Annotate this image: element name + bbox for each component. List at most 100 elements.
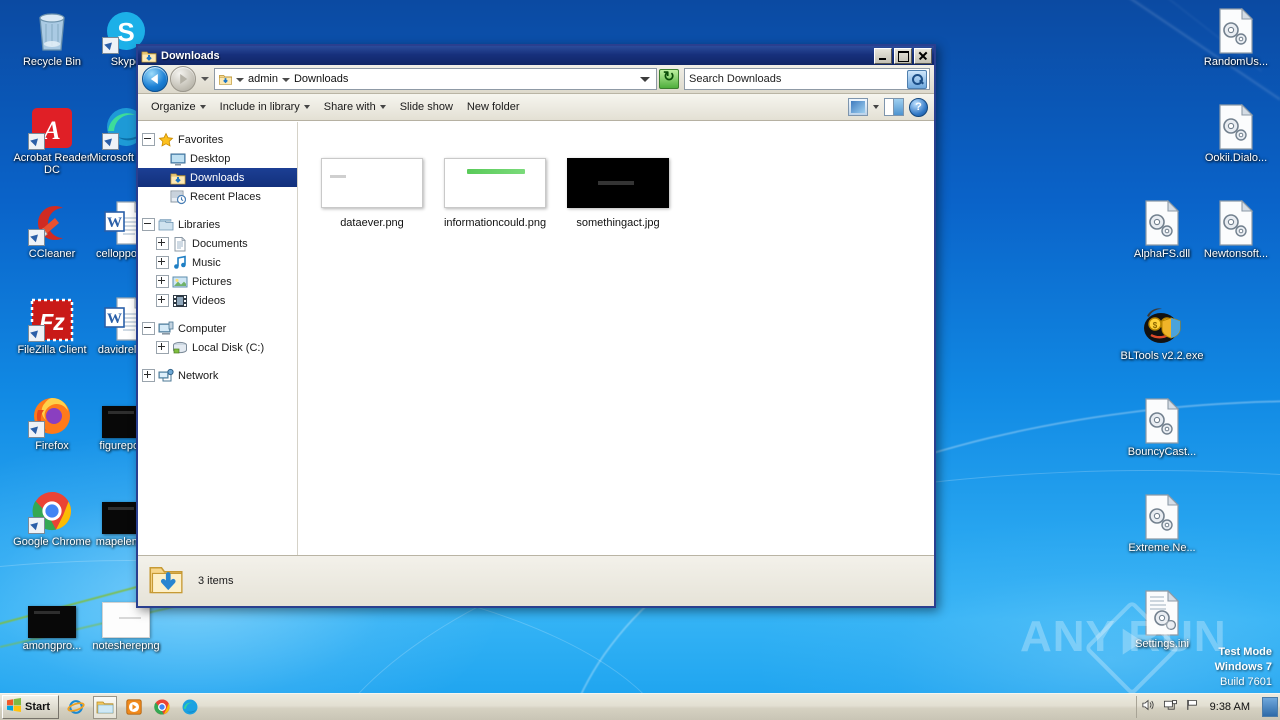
shortcut-overlay-icon (28, 421, 45, 438)
sidebar-item-desktop[interactable]: Desktop (138, 149, 297, 168)
nav-group-header-favorites[interactable]: Favorites (138, 130, 297, 149)
taskbar-item-windows-media-player[interactable] (123, 697, 145, 718)
desktop-icon (170, 151, 186, 167)
music-library-icon (172, 255, 188, 271)
sidebar-item-label: Local Disk (C:) (192, 341, 265, 354)
breadcrumb-downloads[interactable]: Downloads (291, 72, 351, 86)
file-item[interactable]: somethingact.jpg (554, 152, 682, 230)
toolbar-right-group[interactable]: ? (848, 97, 928, 117)
desktop-icon-label: Ookii.Dialo... (1204, 152, 1268, 164)
maximize-button[interactable] (894, 47, 912, 64)
refresh-button[interactable] (659, 68, 679, 89)
expander-icon[interactable] (142, 322, 155, 335)
file-item[interactable]: dataever.png (308, 152, 436, 230)
window-title-bar[interactable]: Downloads (138, 46, 934, 65)
explorer-window[interactable]: Downloads admin Downloads ↻ Search Downl… (136, 44, 936, 608)
taskbar[interactable]: Start 9:38 AM (0, 693, 1280, 720)
sidebar-item-local-disk-c[interactable]: Local Disk (C:) (138, 338, 297, 357)
new-folder-button[interactable]: New folder (460, 98, 527, 116)
nav-group-label: Libraries (178, 218, 221, 231)
sidebar-item-documents[interactable]: Documents (138, 234, 297, 253)
change-view-icon[interactable] (848, 98, 868, 116)
videos-library-icon (172, 293, 188, 309)
desktop-icon-randomus[interactable]: RandomUs... (1190, 6, 1280, 68)
system-tray[interactable]: 9:38 AM (1135, 696, 1280, 718)
breadcrumb-separator-2[interactable] (281, 78, 290, 82)
expander-icon[interactable] (142, 133, 155, 146)
taskbar-item-google-chrome[interactable] (151, 697, 173, 718)
search-icon[interactable] (907, 69, 927, 89)
taskbar-clock[interactable]: 9:38 AM (1210, 701, 1250, 713)
back-button[interactable] (142, 66, 168, 92)
network-icon (158, 368, 174, 384)
share-with-button[interactable]: Share with (317, 98, 393, 116)
address-dropdown-icon[interactable] (640, 76, 650, 82)
chevron-down-icon (199, 105, 206, 109)
expander-icon[interactable] (156, 256, 169, 269)
breadcrumb-admin[interactable]: admin (245, 72, 281, 86)
close-button[interactable] (914, 47, 932, 64)
breadcrumb-folder-icon (218, 72, 233, 86)
desktop-icon-newtonsoft[interactable]: Newtonsoft... (1190, 198, 1280, 260)
action-center-flag-icon[interactable] (1185, 698, 1200, 717)
gear-file-icon (1190, 102, 1280, 150)
forward-button[interactable] (170, 66, 196, 92)
search-input[interactable] (687, 72, 907, 86)
expander-icon[interactable] (156, 341, 169, 354)
shortcut-overlay-icon (28, 325, 45, 342)
sidebar-item-downloads[interactable]: Downloads (138, 168, 297, 187)
help-icon[interactable]: ? (909, 97, 928, 117)
organize-button[interactable]: Organize (144, 98, 213, 116)
address-bar-row[interactable]: admin Downloads (138, 65, 934, 94)
volume-icon[interactable] (1141, 698, 1156, 717)
view-dropdown-icon[interactable] (873, 105, 879, 109)
nav-group-header-computer[interactable]: Computer (138, 319, 297, 338)
expander-icon[interactable] (156, 294, 169, 307)
show-desktop-button[interactable] (1262, 697, 1278, 717)
sidebar-item-pictures[interactable]: Pictures (138, 272, 297, 291)
address-breadcrumb-bar[interactable]: admin Downloads (214, 68, 657, 90)
desktop-icon-label: BouncyCast... (1127, 446, 1197, 458)
navigation-pane[interactable]: Favorites Desktop Downloads Recent Places Li… (138, 122, 298, 555)
command-toolbar[interactable]: Organize Include in library Share with S… (138, 94, 934, 121)
desktop-icon-bltools-v2-2-exe[interactable]: $ $ BLTools v2.2.exe (1116, 300, 1208, 362)
network-icon[interactable] (1163, 698, 1178, 717)
downloads-folder-icon (141, 48, 157, 64)
taskbar-item-microsoft-edge[interactable] (179, 697, 201, 718)
include-in-library-button[interactable]: Include in library (213, 98, 317, 116)
sidebar-item-music[interactable]: Music (138, 253, 297, 272)
search-box[interactable] (684, 68, 930, 90)
sidebar-item-videos[interactable]: Videos (138, 291, 297, 310)
windows-logo-icon (6, 697, 22, 718)
slide-show-button[interactable]: Slide show (393, 98, 460, 116)
expander-icon[interactable] (142, 369, 155, 382)
new-folder-label: New folder (466, 101, 520, 113)
desktop-icon-extreme-ne[interactable]: Extreme.Ne... (1116, 492, 1208, 554)
nav-group-header-network[interactable]: Network (138, 366, 297, 385)
thumbnail-green-text (467, 169, 525, 174)
desktop-icon-ookii-dialo[interactable]: Ookii.Dialo... (1190, 102, 1280, 164)
nav-group-header-libraries[interactable]: Libraries (138, 215, 297, 234)
expander-icon[interactable] (156, 237, 169, 250)
taskbar-item-internet-explorer[interactable] (65, 697, 87, 718)
minimize-button[interactable] (874, 47, 892, 64)
file-item[interactable]: informationcould.png (431, 152, 559, 230)
sidebar-item-label: Recent Places (190, 190, 261, 203)
status-item-count: 3 items (198, 575, 234, 587)
nav-group-label: Favorites (178, 133, 224, 146)
preview-pane-icon[interactable] (884, 98, 904, 116)
file-list-pane[interactable]: dataever.png informationcould.png someth… (298, 122, 934, 555)
start-button[interactable]: Start (2, 695, 60, 719)
window-controls[interactable] (874, 47, 932, 64)
expander-placeholder (156, 153, 167, 164)
expander-icon[interactable] (156, 275, 169, 288)
breadcrumb-separator[interactable] (236, 78, 244, 82)
desktop-icon-bouncycast[interactable]: BouncyCast... (1116, 396, 1208, 458)
svg-text:W: W (107, 311, 122, 327)
nav-group-libraries: Libraries Documents Music Pictures Videos (138, 215, 297, 310)
expander-icon[interactable] (142, 218, 155, 231)
sidebar-item-label: Videos (192, 294, 226, 307)
sidebar-item-recent-places[interactable]: Recent Places (138, 187, 297, 206)
taskbar-item-windows-explorer[interactable] (93, 695, 118, 719)
recent-pages-icon[interactable] (201, 77, 209, 81)
